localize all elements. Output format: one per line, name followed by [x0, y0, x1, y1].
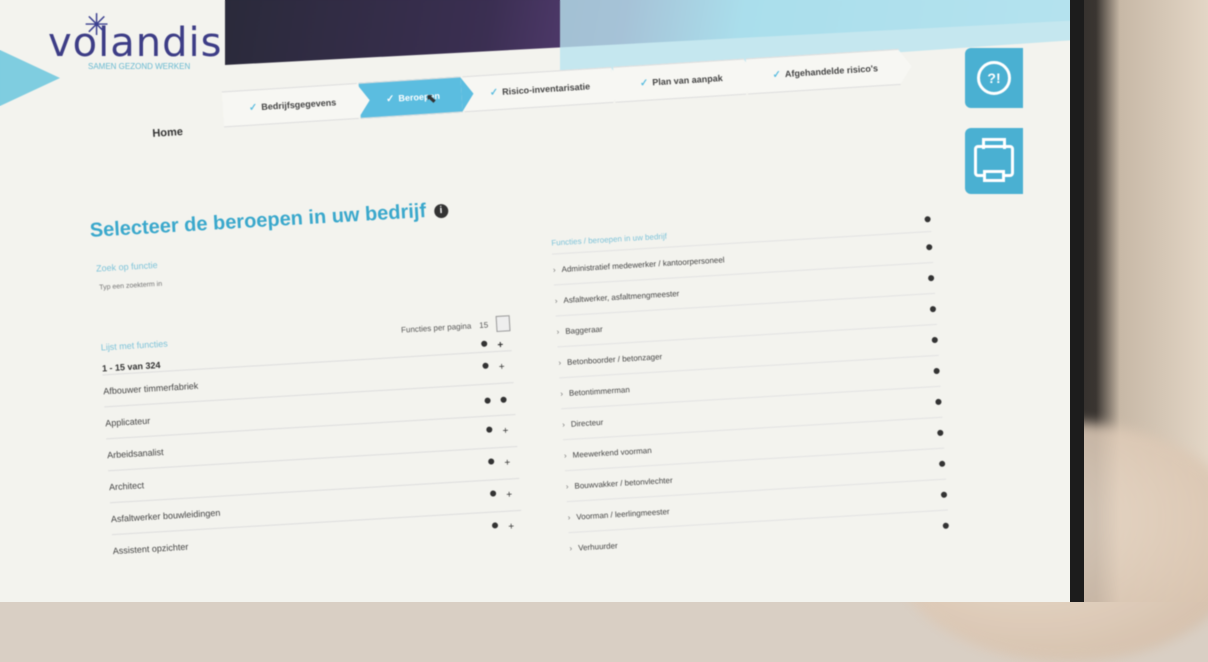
- row-actions: [484, 396, 507, 404]
- list-item-label: Asfaltwerker bouwleidingen: [110, 507, 221, 524]
- remove-dot-icon[interactable]: [927, 274, 935, 282]
- chevron-right-icon: ›: [569, 543, 573, 553]
- info-dot-icon[interactable]: [488, 458, 495, 465]
- chevron-right-icon: ›: [556, 326, 560, 336]
- step-bedrijfsgegevens[interactable]: ✓ Bedrijfsgegevens: [221, 82, 360, 128]
- row-actions: +: [486, 425, 509, 437]
- selected-item-label: Baggeraar: [565, 324, 603, 336]
- check-icon: ✓: [772, 68, 782, 81]
- step-label: Plan van aanpak: [651, 73, 724, 88]
- per-page-select[interactable]: [495, 315, 511, 333]
- logo-star-icon: ✳: [84, 9, 110, 42]
- function-list-panel: Lijst met functies Functies per pagina 1…: [100, 315, 524, 567]
- step-label: Bedrijfsgegevens: [260, 97, 337, 113]
- remove-dot-icon[interactable]: [935, 398, 942, 406]
- info-dot-icon[interactable]: [486, 426, 493, 433]
- selected-item-label: Betonboorder / betonzager: [566, 351, 663, 367]
- check-icon: ✓: [248, 101, 258, 114]
- info-dot-icon[interactable]: [481, 340, 488, 347]
- function-list-heading: Lijst met functies: [100, 338, 168, 353]
- per-page-value[interactable]: 15: [479, 320, 488, 330]
- search-label: Zoek op functie: [95, 260, 158, 274]
- selected-item-label: Directeur: [570, 417, 604, 429]
- help-button[interactable]: ?!: [965, 48, 1023, 108]
- chevron-right-icon: ›: [558, 357, 562, 367]
- chevron-right-icon: ›: [552, 264, 556, 275]
- selected-functions-heading: Functies / beroepen in uw bedrijf: [551, 231, 668, 248]
- header-actions: +: [481, 340, 504, 352]
- selected-functions-panel: Functies / beroepen in uw bedrijf › Admin…: [551, 216, 950, 564]
- add-dot-icon[interactable]: [500, 396, 507, 403]
- list-item-label: Applicateur: [104, 415, 151, 428]
- row-actions: +: [488, 457, 511, 469]
- row-actions: +: [492, 521, 514, 533]
- mouse-cursor-icon: ⬉: [425, 91, 437, 106]
- print-button[interactable]: [965, 128, 1023, 194]
- add-icon[interactable]: +: [504, 457, 510, 468]
- count-total: 324: [145, 360, 161, 371]
- list-item-label: Architect: [108, 479, 145, 492]
- chevron-right-icon: ›: [560, 388, 564, 398]
- remove-dot-icon[interactable]: [929, 305, 937, 313]
- chevron-right-icon: ›: [563, 450, 567, 460]
- page-title: Selecteer de beroepen in uw bedrijf i: [89, 199, 449, 243]
- page-title-text: Selecteer de beroepen in uw bedrijf: [89, 199, 427, 242]
- step-risico-inventarisatie[interactable]: ✓ Risico-inventarisatie: [462, 67, 614, 113]
- remove-dot-icon[interactable]: [938, 460, 946, 467]
- count-prefix: 1 - 15 van: [101, 361, 144, 374]
- step-label: Risico-inventarisatie: [501, 81, 591, 97]
- search-input[interactable]: [96, 267, 362, 293]
- list-item-label: Arbeidsanalist: [106, 446, 164, 460]
- add-icon[interactable]: +: [498, 362, 504, 373]
- chevron-right-icon: ›: [565, 481, 569, 491]
- nav-home-link[interactable]: Home: [152, 126, 183, 140]
- add-icon[interactable]: +: [502, 425, 508, 436]
- remove-dot-icon[interactable]: [931, 336, 938, 344]
- list-item-label: Assistent opzichter: [112, 541, 189, 556]
- logo[interactable]: ✳ volandis SAMEN GEZOND WERKEN: [48, 9, 223, 71]
- step-plan-van-aanpak[interactable]: ✓ Plan van aanpak: [612, 58, 746, 103]
- step-navigation: Home ✓ Bedrijfsgegevens ✓ Beroepen ⬉ ✓ R…: [150, 48, 922, 156]
- selected-item-label: Verhuurder: [577, 540, 618, 553]
- check-icon: ✓: [639, 77, 649, 89]
- selected-item-label: Asfaltwerker, asfaltmengmeester: [563, 288, 680, 305]
- list-item-label: Afbouwer timmerfabriek: [103, 380, 199, 396]
- row-actions: +: [482, 362, 505, 374]
- per-page-label: Functies per pagina: [400, 321, 472, 335]
- per-page-control: Functies per pagina 15: [401, 315, 511, 337]
- add-icon[interactable]: +: [497, 340, 503, 351]
- info-dot-icon[interactable]: [490, 490, 497, 497]
- info-icon[interactable]: i: [433, 203, 449, 219]
- add-icon[interactable]: +: [506, 489, 512, 500]
- remove-dot-icon[interactable]: [937, 429, 944, 437]
- printer-icon: [974, 138, 1014, 182]
- step-beroepen[interactable]: ✓ Beroepen ⬉: [359, 76, 463, 119]
- step-label: Afgehandelde risico's: [784, 63, 879, 80]
- selected-item-label: Bouwvakker / betonvlechter: [574, 475, 673, 491]
- check-icon: ✓: [385, 93, 395, 105]
- monitor-screen: ✳ volandis SAMEN GEZOND WERKEN ?! Home ✓…: [0, 0, 1084, 602]
- selected-item-label: Administratief medewerker / kantoorperso…: [561, 254, 725, 274]
- remove-dot-icon[interactable]: [942, 522, 949, 529]
- info-dot-icon[interactable]: [484, 396, 491, 404]
- selected-item-label: Meewerkend voorman: [572, 445, 652, 460]
- add-icon[interactable]: +: [508, 521, 514, 532]
- info-dot-icon[interactable]: [482, 362, 489, 369]
- info-dot-icon[interactable]: [924, 216, 931, 223]
- main-content: Selecteer de beroepen in uw bedrijf i Zoe…: [88, 149, 971, 602]
- chevron-right-icon: ›: [567, 512, 571, 522]
- selected-item-label: Voorman / leerlingmeester: [576, 506, 670, 522]
- selected-item-label: Betontimmerman: [568, 384, 631, 398]
- remove-dot-icon[interactable]: [926, 244, 933, 251]
- row-actions: +: [490, 489, 513, 501]
- chevron-right-icon: ›: [561, 419, 566, 429]
- remove-dot-icon[interactable]: [940, 491, 948, 498]
- check-icon: ✓: [489, 86, 499, 99]
- logo-text: volandis: [48, 20, 223, 66]
- help-icon: ?!: [977, 61, 1011, 95]
- info-dot-icon[interactable]: [492, 522, 499, 529]
- chevron-right-icon: ›: [554, 295, 558, 305]
- remove-dot-icon[interactable]: [933, 367, 940, 375]
